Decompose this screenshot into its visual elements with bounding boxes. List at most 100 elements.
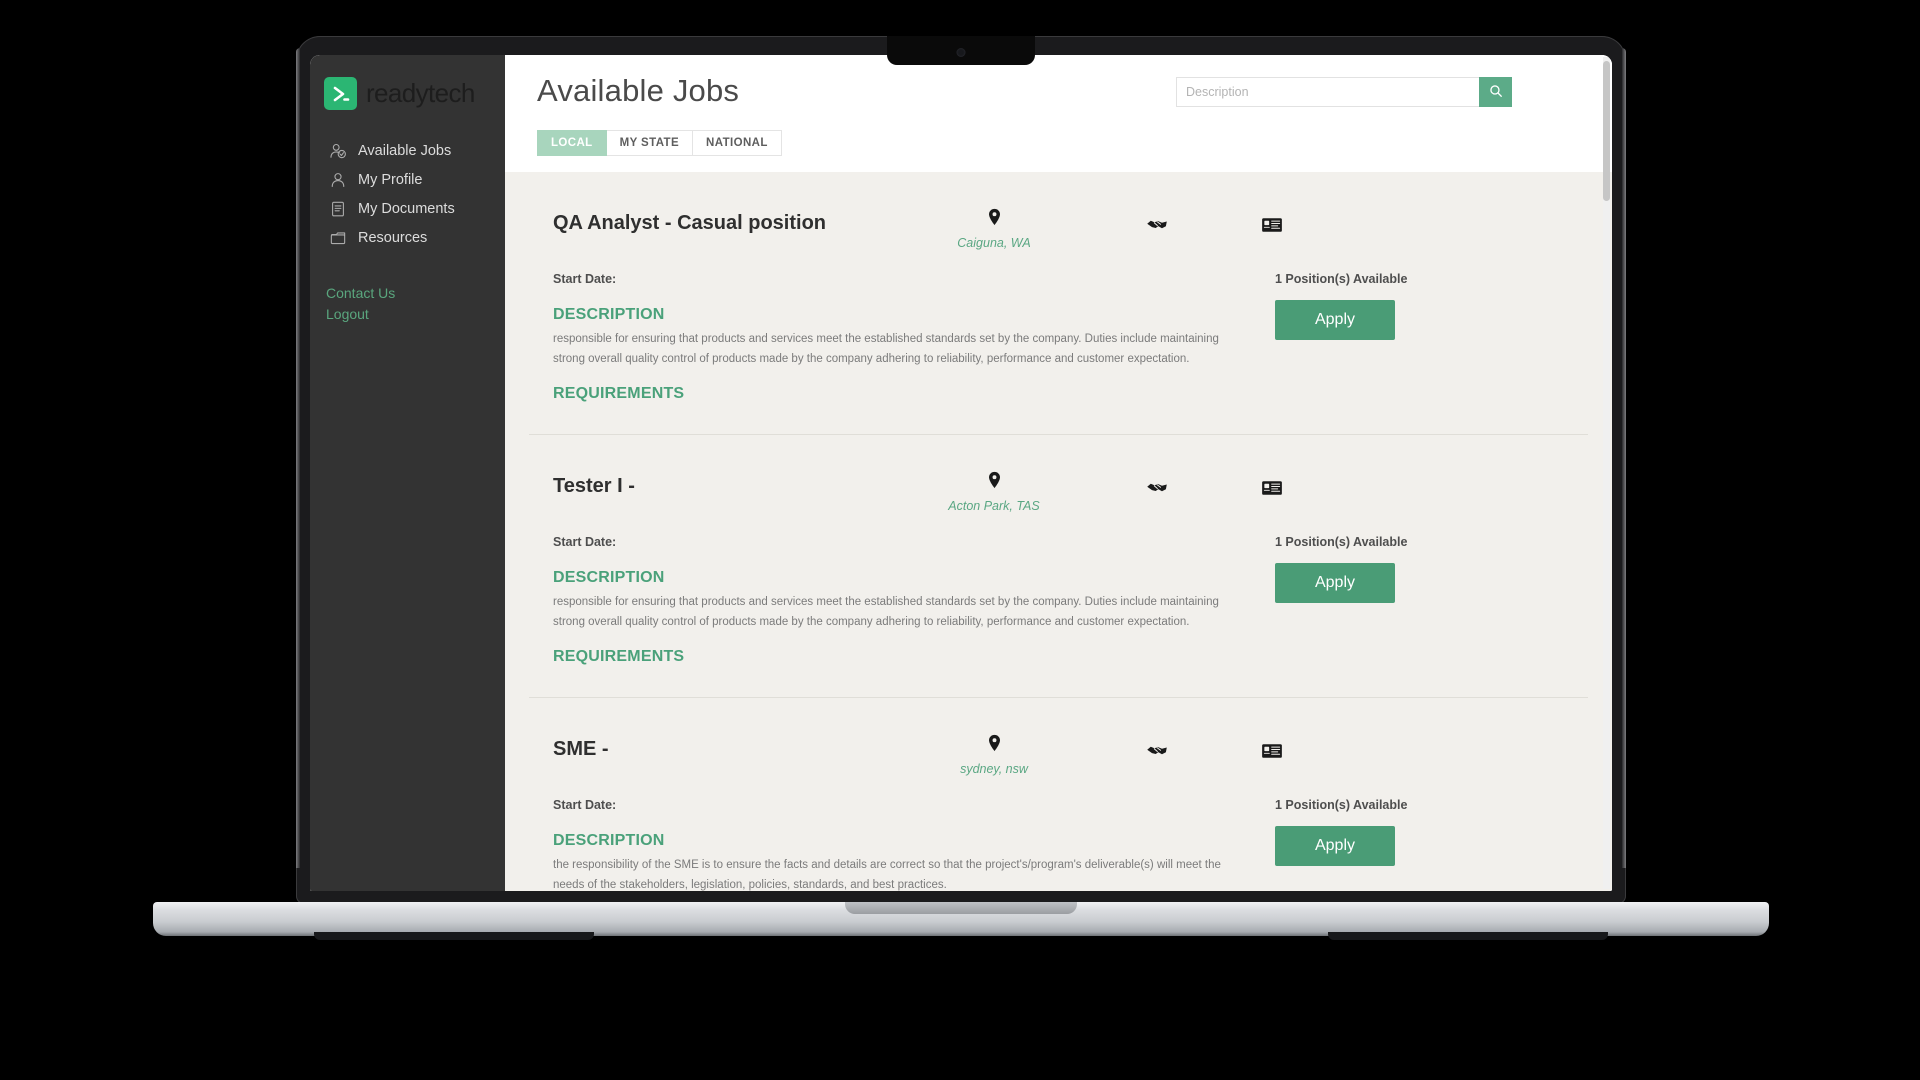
search-button[interactable]: [1479, 77, 1512, 107]
job-header: Tester I - Acton Park, TAS: [529, 471, 1588, 515]
document-icon: [328, 199, 347, 218]
job-location-text: Caiguna, WA: [957, 236, 1031, 250]
job-id-icon-slot: [1214, 208, 1329, 238]
sidebar-item-available-jobs[interactable]: Available Jobs: [328, 136, 505, 165]
description-text: responsible for ensuring that products a…: [553, 333, 1219, 365]
description-text: the responsibility of the SME is to ensu…: [553, 859, 1221, 891]
job-id-icon-slot: [1214, 471, 1329, 501]
apply-button[interactable]: Apply: [1275, 300, 1395, 340]
sidebar-item-label: Resources: [358, 229, 428, 246]
job-body: Start Date: DESCRIPTION the responsibili…: [529, 798, 1588, 891]
job-location-text: sydney, nsw: [960, 762, 1028, 776]
job-card: SME - sydney, nsw Start Date: DESCRIPTIO…: [529, 698, 1588, 891]
vertical-scrollbar[interactable]: [1603, 57, 1610, 889]
laptop-mockup: readytech Available Jobs My Profile My D…: [153, 36, 1769, 940]
job-location: Caiguna, WA: [889, 208, 1099, 252]
job-location: Acton Park, TAS: [889, 471, 1099, 515]
handshake-icon: [1146, 220, 1168, 237]
job-title: QA Analyst - Casual position: [553, 212, 826, 234]
job-card: Tester I - Acton Park, TAS Start Date: D…: [529, 435, 1588, 698]
start-date-label: Start Date:: [553, 272, 617, 286]
job-body: Start Date: DESCRIPTION responsible for …: [529, 272, 1588, 408]
id-card-icon: [1261, 481, 1283, 500]
browser-viewport: readytech Available Jobs My Profile My D…: [310, 55, 1612, 891]
folder-icon: [328, 228, 347, 247]
search-input[interactable]: [1176, 77, 1479, 107]
description-text: responsible for ensuring that products a…: [553, 596, 1219, 628]
webcam-icon: [956, 48, 966, 57]
job-location: sydney, nsw: [889, 734, 1099, 778]
laptop-foot-left: [314, 932, 594, 940]
sidebar-item-label: My Profile: [358, 171, 423, 188]
requirements-heading: REQUIREMENTS: [553, 648, 685, 665]
logout-link[interactable]: Logout: [326, 304, 505, 325]
job-actions: 1 Position(s) Available Apply: [1249, 535, 1519, 671]
description-heading: DESCRIPTION: [553, 832, 665, 849]
sidebar-links: Contact Us Logout: [310, 252, 505, 325]
main-content: Available Jobs Description LOCAL MY STAT…: [505, 55, 1612, 891]
handshake-icon: [1146, 746, 1168, 763]
job-actions: 1 Position(s) Available Apply: [1249, 272, 1519, 408]
brand-name: readytech: [366, 78, 475, 108]
sidebar-nav: Available Jobs My Profile My Documents R…: [310, 136, 505, 252]
sidebar-item-my-profile[interactable]: My Profile: [328, 165, 505, 194]
start-date-label: Start Date:: [553, 535, 617, 549]
search-icon: [1489, 84, 1503, 101]
map-pin-icon: [889, 734, 1099, 757]
bezel-edge-right: [1622, 48, 1626, 868]
top-bar: Available Jobs Description LOCAL MY STAT…: [505, 55, 1612, 172]
sidebar: readytech Available Jobs My Profile My D…: [310, 55, 505, 891]
job-title: Tester I -: [553, 475, 635, 497]
user-check-icon: [328, 141, 347, 160]
description-heading: DESCRIPTION: [553, 569, 665, 586]
job-details: Start Date: DESCRIPTION the responsibili…: [529, 798, 1249, 891]
job-header: SME - sydney, nsw: [529, 734, 1588, 778]
id-card-icon: [1261, 744, 1283, 763]
handshake-icon: [1146, 483, 1168, 500]
contact-us-link[interactable]: Contact Us: [326, 283, 505, 304]
tab-local[interactable]: LOCAL: [537, 130, 607, 156]
id-card-icon: [1261, 218, 1283, 237]
job-details: Start Date: DESCRIPTION responsible for …: [529, 272, 1249, 408]
start-date-label: Start Date:: [553, 798, 617, 812]
laptop-foot-right: [1328, 932, 1608, 940]
user-icon: [328, 170, 347, 189]
sidebar-item-label: My Documents: [358, 200, 455, 217]
laptop-base-lip: [845, 902, 1077, 914]
job-type-icon-slot: [1099, 208, 1214, 238]
requirements-heading: REQUIREMENTS: [553, 385, 685, 402]
apply-button[interactable]: Apply: [1275, 826, 1395, 866]
job-list: QA Analyst - Casual position Caiguna, WA…: [505, 172, 1612, 891]
description-heading: DESCRIPTION: [553, 306, 665, 323]
apply-button[interactable]: Apply: [1275, 563, 1395, 603]
bezel-edge-left: [296, 48, 300, 868]
filter-tabs: LOCAL MY STATE NATIONAL: [537, 130, 1586, 156]
sidebar-item-my-documents[interactable]: My Documents: [328, 194, 505, 223]
job-card: QA Analyst - Casual position Caiguna, WA…: [529, 172, 1588, 435]
job-type-icon-slot: [1099, 734, 1214, 764]
screenshot-stage: readytech Available Jobs My Profile My D…: [0, 0, 1920, 1080]
job-actions: 1 Position(s) Available Apply: [1249, 798, 1519, 891]
job-id-icon-slot: [1214, 734, 1329, 764]
tab-my-state[interactable]: MY STATE: [606, 130, 694, 156]
job-header: QA Analyst - Casual position Caiguna, WA: [529, 208, 1588, 252]
positions-available: 1 Position(s) Available: [1275, 272, 1408, 286]
job-location-text: Acton Park, TAS: [948, 499, 1040, 513]
laptop-notch: [887, 36, 1035, 65]
positions-available: 1 Position(s) Available: [1275, 535, 1408, 549]
tab-national[interactable]: NATIONAL: [693, 130, 782, 156]
chevron-right-mark-icon: [324, 77, 357, 110]
search-bar: [1176, 77, 1512, 107]
map-pin-icon: [889, 208, 1099, 231]
brand-logo[interactable]: readytech: [310, 77, 505, 110]
sidebar-item-label: Available Jobs: [358, 142, 452, 159]
sidebar-item-resources[interactable]: Resources: [328, 223, 505, 252]
job-type-icon-slot: [1099, 471, 1214, 501]
scrollbar-thumb[interactable]: [1603, 61, 1610, 201]
map-pin-icon: [889, 471, 1099, 494]
jobs-application: readytech Available Jobs My Profile My D…: [310, 55, 1612, 891]
job-body: Start Date: DESCRIPTION responsible for …: [529, 535, 1588, 671]
job-title: SME -: [553, 738, 609, 760]
positions-available: 1 Position(s) Available: [1275, 798, 1408, 812]
job-details: Start Date: DESCRIPTION responsible for …: [529, 535, 1249, 671]
